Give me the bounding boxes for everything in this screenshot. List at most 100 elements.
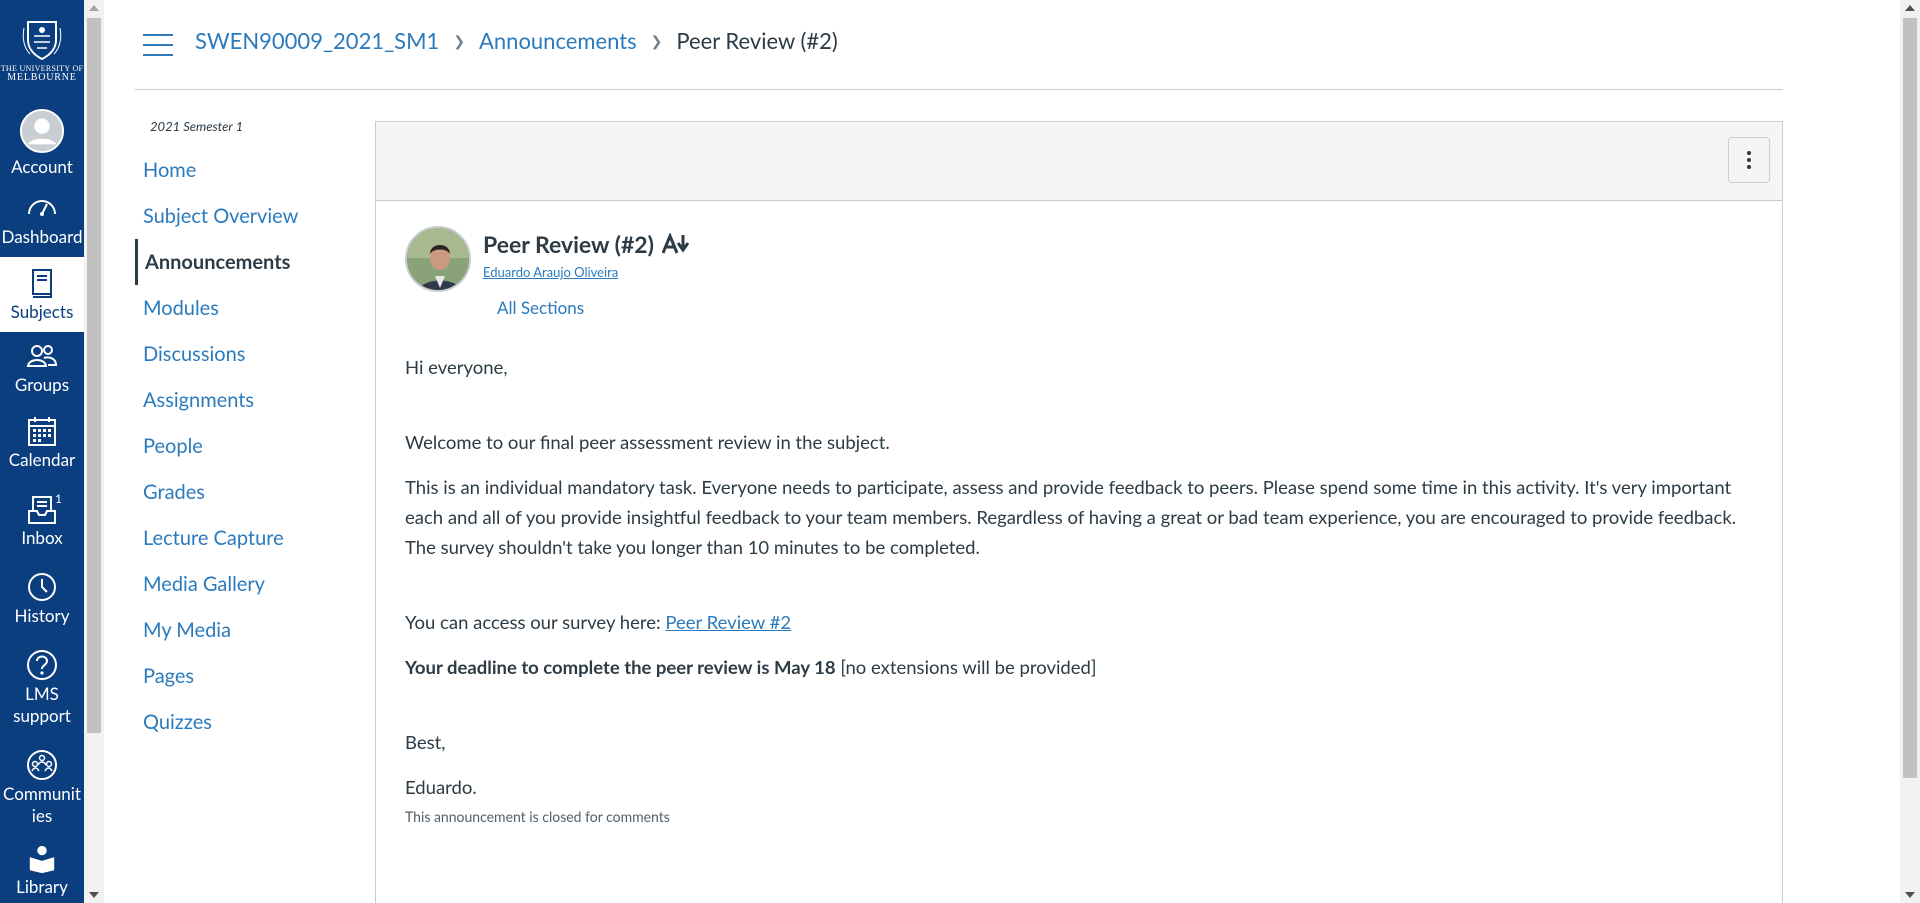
- page-scrollbar-thumb[interactable]: [1903, 18, 1917, 778]
- page-header: SWEN90009_2021_SM1 ❯ Announcements ❯ Pee…: [135, 0, 1783, 90]
- signature-text: Eduardo.: [405, 776, 477, 798]
- author-avatar[interactable]: [405, 226, 471, 292]
- subjects-icon: [32, 268, 52, 298]
- global-nav-label: Subjects: [10, 300, 74, 322]
- help-icon: [27, 650, 57, 680]
- page-scrollbar[interactable]: [1900, 0, 1920, 903]
- kebab-dot-icon: [1747, 158, 1751, 162]
- body-paragraph: Welcome to our final peer assessment rev…: [405, 431, 890, 453]
- course-nav-my-media[interactable]: My Media: [135, 607, 365, 653]
- post-title: Peer Review (#2): [483, 230, 690, 258]
- post-sections: All Sections: [497, 297, 585, 318]
- course-nav-assignments[interactable]: Assignments: [135, 377, 365, 423]
- inbox-unread-badge: 1: [55, 491, 62, 506]
- kebab-dot-icon: [1747, 165, 1751, 169]
- calendar-icon: [28, 417, 56, 446]
- kebab-dot-icon: [1747, 151, 1751, 155]
- global-nav-inbox[interactable]: 1 Inbox: [0, 482, 84, 560]
- breadcrumb: SWEN90009_2021_SM1 ❯ Announcements ❯ Pee…: [195, 27, 838, 54]
- post-title-text: Peer Review (#2): [483, 230, 654, 258]
- more-options-button[interactable]: [1728, 137, 1770, 183]
- nav-scrollbar[interactable]: [84, 0, 104, 903]
- global-nav-label: Communities: [3, 783, 81, 826]
- closing-text: Best,: [405, 731, 446, 753]
- crest-icon: [22, 21, 62, 61]
- survey-link[interactable]: Peer Review #2: [665, 611, 791, 633]
- post-header: Peer Review (#2) Eduardo Araujo Oliveira: [405, 226, 690, 292]
- global-nav-label: Inbox: [21, 527, 63, 548]
- dashboard-icon: [28, 199, 56, 216]
- course-nav-pages[interactable]: Pages: [135, 653, 365, 699]
- announcement-panel: Peer Review (#2) Eduardo Araujo Oliveira…: [375, 121, 1783, 903]
- body-paragraph: This is an individual mandatory task. Ev…: [405, 476, 1737, 558]
- survey-line: You can access our survey here: Peer Rev…: [405, 607, 1765, 637]
- course-nav-grades[interactable]: Grades: [135, 469, 365, 515]
- post-title-block: Peer Review (#2) Eduardo Araujo Oliveira: [483, 230, 690, 292]
- university-logo[interactable]: THE UNIVERSITY OF MELBOURNE: [0, 0, 84, 104]
- hamburger-icon-line: [143, 33, 173, 36]
- global-nav-label: Calendar: [8, 449, 76, 470]
- communities-icon: [27, 750, 57, 780]
- scroll-up-arrow-icon[interactable]: [1905, 5, 1915, 11]
- author-photo: [407, 228, 469, 290]
- course-nav-discussions[interactable]: Discussions: [135, 331, 365, 377]
- inbox-icon: [28, 496, 56, 524]
- course-nav-media-gallery[interactable]: Media Gallery: [135, 561, 365, 607]
- breadcrumb-course-link[interactable]: SWEN90009_2021_SM1: [195, 27, 439, 54]
- chevron-right-icon: ❯: [650, 31, 663, 49]
- global-navigation: THE UNIVERSITY OF MELBOURNE Account Dash…: [0, 0, 84, 903]
- breadcrumb-current: Peer Review (#2): [676, 27, 838, 54]
- deadline-line: Your deadline to complete the peer revie…: [405, 652, 1765, 682]
- course-nav-lecture-capture[interactable]: Lecture Capture: [135, 515, 365, 561]
- logo-text: THE UNIVERSITY OF MELBOURNE: [1, 64, 84, 83]
- course-nav-home[interactable]: Home: [135, 147, 365, 193]
- library-icon: [29, 845, 55, 874]
- term-label: 2021 Semester 1: [150, 118, 244, 134]
- course-nav-modules[interactable]: Modules: [135, 285, 365, 331]
- logo-line-2: MELBOURNE: [7, 72, 77, 83]
- history-icon: [28, 573, 56, 601]
- scroll-up-arrow-icon[interactable]: [89, 5, 99, 11]
- survey-prefix: You can access our survey here:: [405, 611, 666, 633]
- author-link[interactable]: Eduardo Araujo Oliveira: [483, 264, 690, 280]
- course-menu-toggle-button[interactable]: [143, 33, 173, 56]
- scroll-down-arrow-icon[interactable]: [1905, 892, 1915, 898]
- global-nav-subjects[interactable]: Subjects: [0, 257, 84, 332]
- announcement-body: Hi everyone, Welcome to our final peer a…: [405, 352, 1765, 832]
- global-nav-dashboard[interactable]: Dashboard: [0, 182, 84, 257]
- nav-scrollbar-thumb[interactable]: [87, 18, 101, 733]
- comments-closed-note: This announcement is closed for comments: [405, 808, 670, 825]
- course-navigation: 2021 Semester 1 Home Subject Overview An…: [135, 115, 365, 745]
- global-nav-communities[interactable]: Communities: [0, 738, 84, 838]
- hamburger-icon-line: [143, 43, 173, 46]
- global-nav-calendar[interactable]: Calendar: [0, 404, 84, 482]
- course-nav-subject-overview[interactable]: Subject Overview: [135, 193, 365, 239]
- greeting-text: Hi everyone,: [405, 356, 508, 378]
- global-nav-label: LMS support: [13, 683, 71, 726]
- groups-icon: [26, 345, 58, 367]
- immersive-reader-icon[interactable]: [661, 233, 690, 255]
- deadline-rest-text: [no extensions will be provided]: [835, 656, 1097, 678]
- global-nav-label: Library: [16, 876, 68, 897]
- course-nav-quizzes[interactable]: Quizzes: [135, 699, 365, 745]
- global-nav-lms-support[interactable]: LMS support: [0, 638, 84, 738]
- course-nav-people[interactable]: People: [135, 423, 365, 469]
- chevron-right-icon: ❯: [453, 31, 466, 49]
- global-nav-library[interactable]: Library: [0, 838, 84, 898]
- global-nav-label: Groups: [14, 374, 70, 395]
- global-nav-groups[interactable]: Groups: [0, 332, 84, 404]
- deadline-bold-text: Your deadline to complete the peer revie…: [405, 656, 836, 678]
- breadcrumb-announcements-link[interactable]: Announcements: [479, 27, 637, 54]
- announcement-toolbar: [376, 122, 1782, 201]
- global-nav-account[interactable]: Account: [0, 104, 84, 182]
- hamburger-icon-line: [143, 53, 173, 56]
- course-nav-announcements[interactable]: Announcements: [135, 239, 365, 285]
- global-nav-label: Dashboard: [1, 225, 83, 247]
- scroll-down-arrow-icon[interactable]: [89, 892, 99, 898]
- account-icon: [19, 108, 65, 154]
- global-nav-history[interactable]: History: [0, 560, 84, 638]
- global-nav-label: History: [14, 605, 70, 626]
